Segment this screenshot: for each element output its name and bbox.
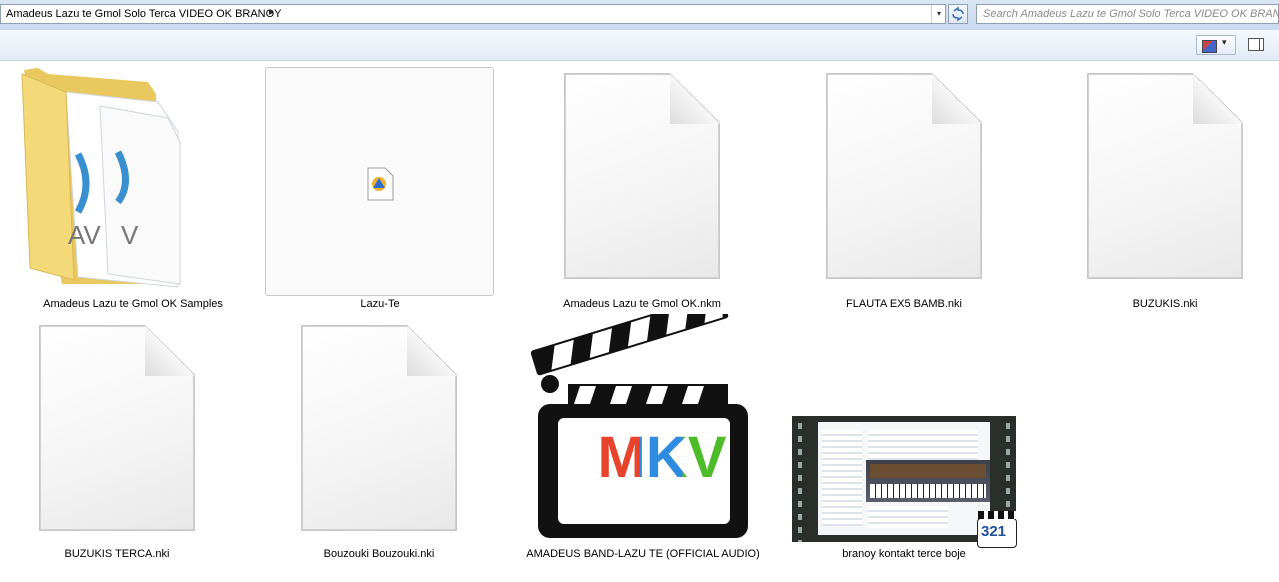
mkv-logo-text: MKV	[576, 424, 748, 491]
badge-text: 321	[981, 523, 1007, 540]
file-item[interactable]: FLAUTA EX5 BAMB.nki	[779, 62, 1029, 310]
file-item[interactable]: AV V Amadeus Lazu te Gmol OK Samples	[8, 62, 258, 310]
file-item[interactable]: BUZUKIS.nki	[1040, 62, 1279, 310]
refresh-icon	[952, 6, 964, 22]
file-name: Amadeus Lazu te Gmol OK.nkm	[563, 298, 721, 310]
file-item[interactable]: 321 branoy kontakt terce boje	[779, 314, 1029, 560]
address-row: Amadeus Lazu te Gmol Solo Terca VIDEO OK…	[0, 0, 1279, 30]
file-item[interactable]: Bouzouki Bouzouki.nki	[254, 314, 504, 560]
blank-file-icon	[517, 62, 767, 297]
blank-file-icon	[254, 314, 504, 549]
folder-overlay-text: V	[121, 220, 139, 250]
search-placeholder: Search Amadeus Lazu te Gmol Solo Terca V…	[983, 8, 1279, 20]
file-name: Lazu-Te	[360, 298, 400, 310]
address-bar[interactable]: Amadeus Lazu te Gmol Solo Terca VIDEO OK…	[0, 4, 946, 24]
kontakt-instrument-image	[866, 460, 990, 502]
file-name: AMADEUS BAND-LAZU TE (OFFICIAL AUDIO)	[526, 548, 760, 560]
file-name: BUZUKIS.nki	[1132, 298, 1198, 310]
breadcrumb-folder[interactable]: Amadeus Lazu te Gmol Solo Terca VIDEO OK…	[6, 8, 282, 20]
file-name: BUZUKIS TERCA.nki	[64, 548, 170, 560]
mkv-video-icon: MKV	[518, 293, 768, 549]
file-name: Amadeus Lazu te Gmol OK Samples	[43, 298, 223, 310]
blank-file-icon	[779, 62, 1029, 297]
preview-pane-button[interactable]	[1248, 38, 1264, 51]
video-thumbnail: 321	[779, 314, 1029, 549]
breadcrumb-chevron-icon[interactable]: ▸	[269, 7, 274, 18]
address-dropdown-icon[interactable]: ▾	[931, 5, 946, 23]
blank-file-icon	[0, 314, 242, 549]
file-item[interactable]: Lazu-Te	[255, 62, 505, 310]
folder-overlay-text: AV	[68, 220, 101, 250]
file-name: FLAUTA EX5 BAMB.nki	[846, 298, 962, 310]
toolbar: ▾	[0, 30, 1279, 61]
mkv-text: MKV	[597, 425, 727, 490]
player-badge-icon: 321	[977, 511, 1017, 548]
file-name: branoy kontakt terce boje	[842, 548, 966, 560]
search-input[interactable]: Search Amadeus Lazu te Gmol Solo Terca V…	[976, 4, 1279, 24]
media-file-icon	[367, 167, 394, 201]
file-name: Bouzouki Bouzouki.nki	[323, 548, 435, 560]
change-view-button[interactable]: ▾	[1196, 35, 1236, 55]
refresh-button[interactable]	[948, 4, 968, 24]
screenshot-frame	[818, 422, 990, 535]
view-icon	[1202, 40, 1217, 53]
file-item[interactable]: BUZUKIS TERCA.nki	[0, 314, 242, 560]
file-item[interactable]: Amadeus Lazu te Gmol OK.nkm	[517, 62, 767, 310]
view-dropdown-icon[interactable]: ▾	[1222, 37, 1227, 48]
audio-file-icon	[255, 62, 505, 297]
folder-icon: AV V	[8, 62, 258, 297]
file-item[interactable]: MKV AMADEUS BAND-LAZU TE (OFFICIAL AUDIO…	[518, 293, 768, 560]
blank-file-icon	[1040, 62, 1279, 297]
